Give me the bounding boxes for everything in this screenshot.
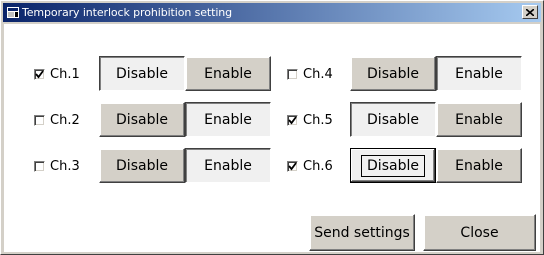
enable-label: Enable bbox=[455, 157, 503, 174]
disable-label: Disable bbox=[116, 111, 168, 128]
enable-label: Enable bbox=[204, 111, 252, 128]
checkbox-box bbox=[287, 68, 298, 80]
check-icon bbox=[288, 115, 297, 124]
send-settings-button[interactable]: Send settings bbox=[309, 214, 415, 251]
disable-label: Disable bbox=[367, 65, 419, 82]
ch3-disable-button[interactable]: Disable bbox=[99, 148, 185, 183]
checkbox-box bbox=[34, 114, 45, 126]
disable-label: Disable bbox=[116, 65, 168, 82]
disable-label: Disable bbox=[361, 154, 425, 177]
ch4-checkbox[interactable]: Ch.4 bbox=[287, 66, 333, 82]
close-label: Close bbox=[460, 224, 499, 241]
app-icon bbox=[7, 7, 19, 18]
checkbox-box bbox=[287, 114, 298, 126]
ch4-enable-button[interactable]: Enable bbox=[436, 56, 522, 91]
ch6-enable-button[interactable]: Enable bbox=[436, 148, 522, 183]
ch6-label: Ch.6 bbox=[303, 158, 333, 174]
ch3-enable-button[interactable]: Enable bbox=[185, 148, 271, 183]
ch1-enable-button[interactable]: Enable bbox=[185, 56, 271, 91]
ch4-disable-button[interactable]: Disable bbox=[350, 56, 436, 91]
ch6-disable-button[interactable]: Disable bbox=[350, 148, 436, 183]
enable-label: Enable bbox=[455, 65, 503, 82]
close-window-button[interactable] bbox=[522, 5, 538, 19]
close-icon bbox=[526, 8, 534, 16]
settings-panel: Ch.1 Disable Enable Ch.2 Disable Enable … bbox=[4, 24, 540, 252]
check-icon bbox=[35, 69, 44, 78]
enable-label: Enable bbox=[204, 65, 252, 82]
checkbox-box bbox=[287, 160, 298, 172]
close-button[interactable]: Close bbox=[423, 214, 536, 251]
disable-label: Disable bbox=[116, 157, 168, 174]
check-icon bbox=[288, 161, 297, 170]
ch4-label: Ch.4 bbox=[303, 66, 333, 82]
checkbox-box bbox=[34, 160, 45, 172]
ch1-checkbox[interactable]: Ch.1 bbox=[34, 66, 80, 82]
ch5-enable-button[interactable]: Enable bbox=[436, 102, 522, 137]
ch3-checkbox[interactable]: Ch.3 bbox=[34, 158, 80, 174]
ch3-label: Ch.3 bbox=[50, 158, 80, 174]
ch5-checkbox[interactable]: Ch.5 bbox=[287, 112, 333, 128]
ch2-label: Ch.2 bbox=[50, 112, 80, 128]
checkbox-box bbox=[34, 68, 45, 80]
ch5-disable-button[interactable]: Disable bbox=[350, 102, 436, 137]
ch2-enable-button[interactable]: Enable bbox=[185, 102, 271, 137]
title-bar[interactable]: Temporary interlock prohibition setting bbox=[3, 3, 541, 22]
disable-label: Disable bbox=[367, 111, 419, 128]
enable-label: Enable bbox=[204, 157, 252, 174]
ch1-disable-button[interactable]: Disable bbox=[99, 56, 185, 91]
window-title: Temporary interlock prohibition setting bbox=[22, 6, 233, 19]
send-settings-label: Send settings bbox=[314, 224, 410, 241]
dialog-window: Temporary interlock prohibition setting … bbox=[0, 0, 544, 255]
ch6-checkbox[interactable]: Ch.6 bbox=[287, 158, 333, 174]
ch2-checkbox[interactable]: Ch.2 bbox=[34, 112, 80, 128]
ch5-label: Ch.5 bbox=[303, 112, 333, 128]
enable-label: Enable bbox=[455, 111, 503, 128]
ch1-label: Ch.1 bbox=[50, 66, 80, 82]
ch2-disable-button[interactable]: Disable bbox=[99, 102, 185, 137]
